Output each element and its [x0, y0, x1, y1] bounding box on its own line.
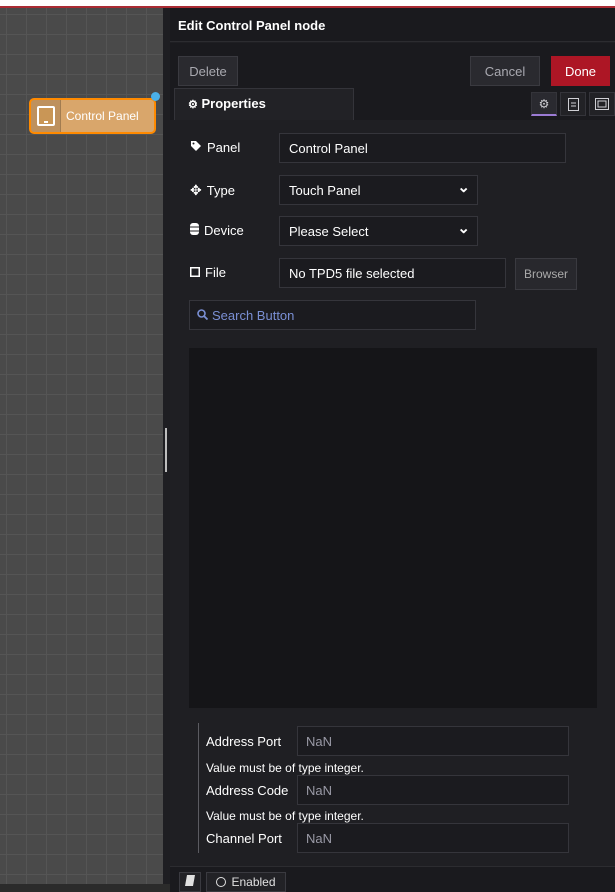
panel-label: Panel: [190, 140, 240, 155]
file-square-icon: [190, 265, 200, 280]
lower-section-rule: [198, 723, 199, 853]
node-label: Control Panel: [66, 109, 139, 123]
enabled-label: Enabled: [231, 875, 276, 889]
address-code-input[interactable]: NaN: [297, 775, 569, 805]
panel-preview-area[interactable]: [189, 348, 597, 708]
appearance-tab-frame-icon[interactable]: [589, 92, 615, 116]
channel-port-label: Channel Port: [206, 831, 282, 846]
enabled-toggle[interactable]: Enabled: [206, 872, 286, 892]
search-button-input[interactable]: Search Button: [189, 300, 476, 330]
type-label-text: Type: [206, 183, 235, 198]
search-icon: [197, 308, 209, 323]
device-select[interactable]: Please Select: [279, 216, 478, 246]
browser-button[interactable]: Browser: [515, 258, 577, 290]
move-arrows-icon: ✥: [190, 182, 202, 198]
node-changed-indicator: [151, 92, 160, 101]
address-port-error: Value must be of type integer.: [206, 761, 364, 775]
file-label-text: File: [205, 265, 226, 280]
type-select[interactable]: Touch Panel: [279, 175, 478, 205]
tray-toolbar: Delete Cancel Done: [170, 43, 615, 93]
tab-properties[interactable]: ⚙ Properties: [174, 88, 354, 120]
channel-port-input[interactable]: NaN: [297, 823, 569, 853]
device-label-text: Device: [204, 223, 244, 238]
panel-name-input[interactable]: Control Panel: [279, 133, 566, 163]
help-book-button[interactable]: [179, 872, 201, 892]
tray-title: Edit Control Panel node: [178, 18, 326, 33]
book-icon: [185, 875, 195, 889]
search-placeholder: Search Button: [212, 307, 295, 323]
node-icon-area: [31, 100, 61, 132]
window-top-strip: [0, 0, 615, 8]
address-code-error: Value must be of type integer.: [206, 809, 364, 823]
address-code-label: Address Code: [206, 783, 289, 798]
device-label: Device: [190, 223, 244, 238]
address-port-label: Address Port: [206, 734, 282, 749]
tray-header: Edit Control Panel node: [170, 8, 615, 42]
edit-tray: Edit Control Panel node Delete Cancel Do…: [170, 8, 615, 892]
file-label: File: [190, 265, 226, 280]
enabled-circle-icon: [216, 877, 227, 887]
delete-button[interactable]: Delete: [178, 56, 238, 86]
tab-icon-group: ⚙: [528, 92, 615, 116]
splitter-handle[interactable]: [165, 428, 167, 472]
cancel-button[interactable]: Cancel: [470, 56, 540, 86]
address-port-input[interactable]: NaN: [297, 726, 569, 756]
control-panel-node[interactable]: Control Panel: [29, 92, 160, 134]
database-icon: [190, 223, 199, 238]
panel-label-text: Panel: [207, 140, 241, 155]
type-label: ✥ Type: [190, 182, 235, 199]
tablet-icon: [37, 106, 55, 126]
settings-tab-gear-icon[interactable]: ⚙: [531, 92, 557, 116]
tag-icon: [190, 140, 202, 155]
gear-icon: ⚙: [188, 99, 198, 111]
flow-workspace[interactable]: Control Panel: [0, 8, 163, 884]
file-name-display: No TPD5 file selected: [279, 258, 506, 288]
done-button[interactable]: Done: [551, 56, 610, 86]
tab-bar: ⚙ Properties ⚙: [170, 88, 615, 120]
tab-properties-label: Properties: [201, 96, 266, 111]
tray-footer: Enabled: [170, 866, 615, 892]
description-tab-document-icon[interactable]: [560, 92, 586, 116]
